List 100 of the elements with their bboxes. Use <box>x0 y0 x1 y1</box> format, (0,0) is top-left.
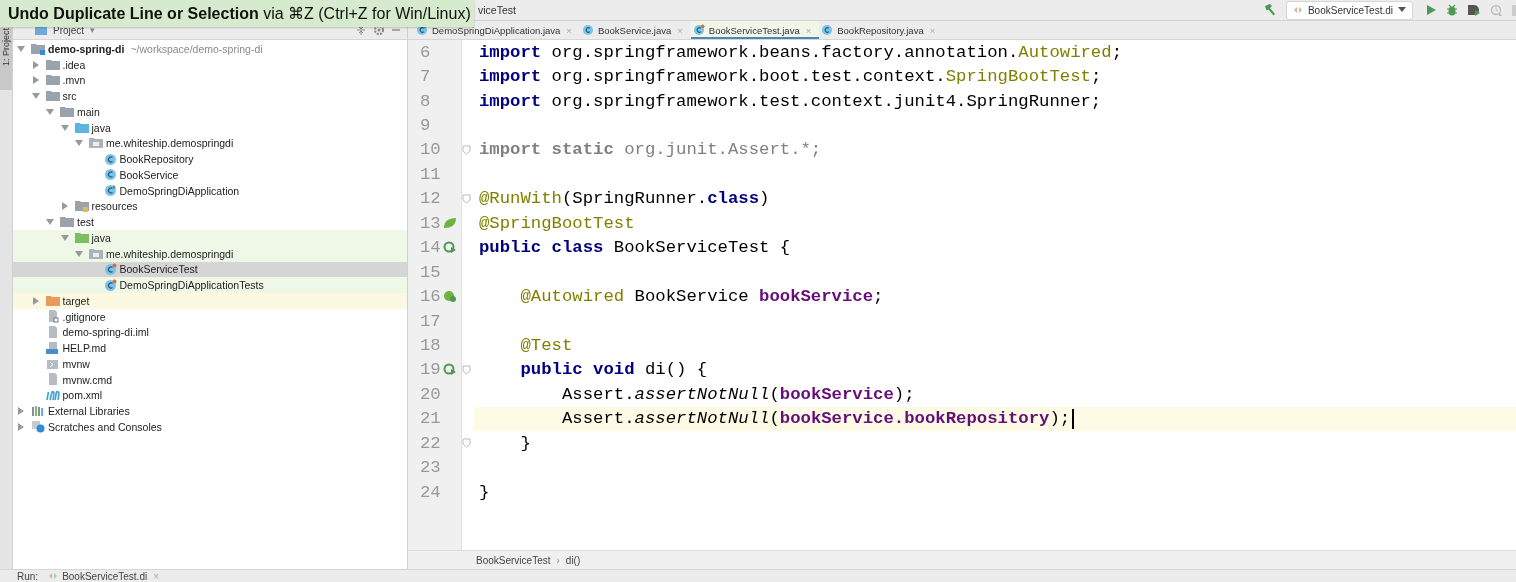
line-number: 24 <box>419 482 442 502</box>
tree-item[interactable]: mvnw <box>13 356 407 372</box>
tree-item[interactable]: .mvn <box>13 72 407 89</box>
tree-item[interactable]: java <box>13 119 407 136</box>
run-tab[interactable]: BookServiceTest.di × <box>48 570 159 582</box>
run-label: Run: <box>17 570 39 582</box>
code-line: import org.springframework.test.context.junit4.SpringRunner; <box>479 90 1103 113</box>
line-number: 7 <box>419 67 432 87</box>
line-number: 21 <box>419 409 442 429</box>
test-config-icon <box>48 571 59 581</box>
run-test-icon[interactable] <box>443 241 457 255</box>
run-icon[interactable] <box>1425 4 1437 16</box>
run-config-dropdown[interactable]: BookServiceTest.di <box>1285 0 1413 20</box>
coverage-icon[interactable] <box>1467 3 1481 17</box>
breadcrumb-item[interactable]: di() <box>565 554 581 566</box>
shortcut-tooltip: Undo Duplicate Line or Selection via ⌘Z (Ctrl+Z for Win/Linux) <box>0 0 474 27</box>
class-icon <box>581 24 594 36</box>
line-number: 10 <box>419 140 442 160</box>
class-icon <box>103 168 117 182</box>
tree-item[interactable]: demo-spring-di ~/workspace/demo-spring-di <box>13 41 407 57</box>
line-number: 22 <box>419 433 442 453</box>
fold-icon[interactable] <box>462 144 471 155</box>
tree-item[interactable]: DemoSpringDiApplicationTests <box>13 277 407 293</box>
tree-item[interactable]: target <box>13 293 407 309</box>
tree-item[interactable]: HELP.md <box>13 340 407 356</box>
line-number: 9 <box>419 116 432 136</box>
breadcrumb-item[interactable]: BookServiceTest <box>476 554 551 566</box>
folder-icon <box>74 200 89 213</box>
breadcrumb-separator: › <box>556 554 560 566</box>
path-hint: ~/workspace/demo-spring-di <box>130 42 263 55</box>
markdown-file-icon <box>45 341 60 355</box>
line-number: 15 <box>419 262 442 282</box>
code-line: @SpringBootTest <box>479 212 636 235</box>
run-test-icon[interactable] <box>443 363 457 377</box>
class-icon <box>692 24 705 36</box>
caret-icon <box>1398 7 1406 13</box>
folder-icon <box>74 121 89 134</box>
folder-icon <box>89 247 103 260</box>
code-line: public class BookServiceTest { <box>479 237 792 260</box>
editor-tab[interactable]: BookRepository.java × <box>819 21 944 39</box>
code-line: import org.springframework.boot.test.context.SpringBootTest; <box>479 66 1103 89</box>
leaf-icon[interactable] <box>443 217 457 230</box>
line-number: 11 <box>419 164 442 184</box>
folder-icon <box>45 58 60 71</box>
tree-item[interactable]: BookRepository <box>13 151 407 167</box>
tree-item[interactable]: java <box>13 230 407 246</box>
tree-item[interactable]: BookService <box>13 167 407 183</box>
code-line: } <box>519 432 532 455</box>
tree-item[interactable]: mvnw.cmd <box>13 371 407 388</box>
code-line: @RunWith(SpringRunner.class) <box>479 188 771 211</box>
code-line: @Autowired BookService bookService; <box>519 286 885 309</box>
tree-item[interactable]: src <box>13 88 407 104</box>
tree-item[interactable]: me.whiteship.demospringdi <box>13 135 407 152</box>
fold-icon[interactable] <box>462 438 471 449</box>
fold-icon[interactable] <box>462 364 471 375</box>
debug-icon[interactable] <box>1446 4 1458 16</box>
collapse-all-icon[interactable] <box>355 24 367 36</box>
line-number: 17 <box>419 311 442 331</box>
expanded-arrow-icon[interactable] <box>17 44 25 53</box>
folder-icon <box>89 137 103 150</box>
class-icon <box>416 24 428 36</box>
folder-icon <box>45 74 60 87</box>
tree-item[interactable]: DemoSpringDiApplication <box>13 182 407 199</box>
collapsed-arrow-icon[interactable] <box>31 296 40 305</box>
tree-item[interactable]: .idea <box>13 56 407 73</box>
line-number: 23 <box>419 458 442 478</box>
line-number: 18 <box>419 335 442 355</box>
tree-item[interactable]: main <box>13 104 407 120</box>
class-icon <box>821 24 834 36</box>
folder-icon <box>60 105 74 118</box>
collapsed-arrow-icon[interactable] <box>60 202 69 211</box>
class-icon <box>103 278 117 292</box>
project-tool-tab[interactable]: 1: Project <box>0 28 12 90</box>
hammer-icon[interactable] <box>1262 3 1277 17</box>
code-line: import org.springframework.beans.factory.annotation.Autowired; <box>479 41 1123 64</box>
editor-tab[interactable]: BookService.java × <box>579 21 691 39</box>
tree-item[interactable]: test <box>13 214 407 230</box>
code-line: import static org.junit.Assert.*; <box>479 139 823 162</box>
profiler-icon[interactable] <box>1490 3 1503 17</box>
line-number: 6 <box>419 42 432 62</box>
line-number: 16 <box>419 287 442 307</box>
tree-item[interactable]: External Libraries <box>13 403 407 419</box>
bean-icon[interactable] <box>443 290 457 304</box>
text-caret <box>1072 408 1075 429</box>
tree-item[interactable]: Scratches and Consoles <box>13 419 407 435</box>
tree-item[interactable]: .gitignore <box>13 308 407 325</box>
folder-icon <box>35 25 47 35</box>
nav-breadcrumb[interactable]: viceTest <box>478 4 516 16</box>
code-line: public void di() { <box>519 359 709 382</box>
fold-icon[interactable] <box>462 193 471 204</box>
editor-tab[interactable]: BookServiceTest.java × <box>690 21 820 39</box>
tree-item[interactable]: demo-spring-di.iml <box>13 324 407 341</box>
line-number: 20 <box>419 384 442 404</box>
tree-item[interactable]: pom.xml <box>13 387 407 404</box>
code-line: Assert.assertNotNull(bookService); <box>560 383 916 406</box>
maven-icon <box>45 389 60 402</box>
class-icon <box>103 262 117 276</box>
tree-item[interactable]: resources <box>13 198 407 215</box>
scratch-icon <box>31 420 45 434</box>
settings-icon[interactable] <box>373 24 385 36</box>
